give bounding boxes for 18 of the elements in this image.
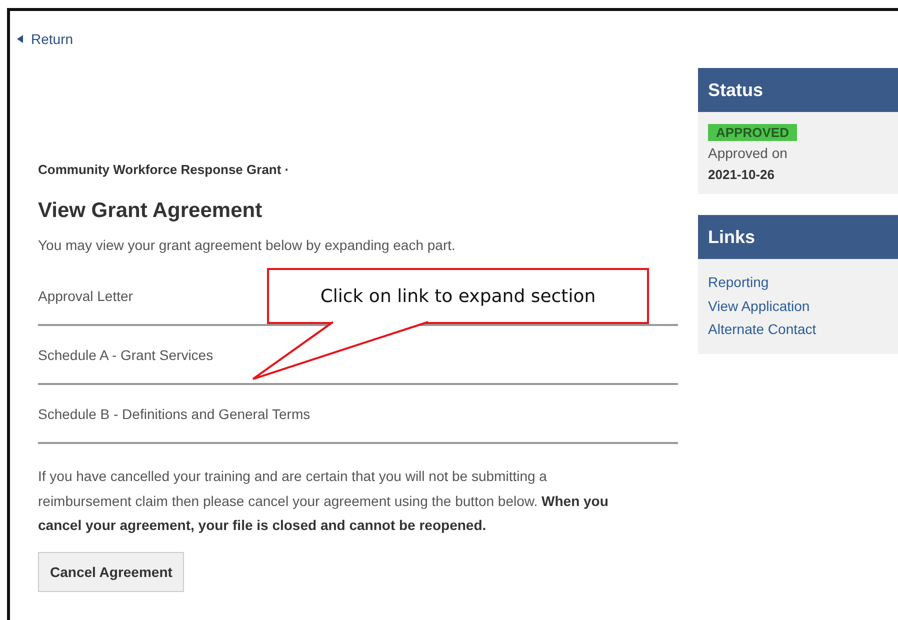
caret-icon [17,35,23,43]
page-title: View Grant Agreement [38,199,264,223]
cancel-button[interactable]: Cancel Agreement [38,552,184,592]
section-link[interactable]: Schedule A - Grant Services [38,346,214,362]
intro-text: You may view your grant agreement below by expanding each part. [38,237,456,253]
panel-header: Status [698,68,898,112]
section-link[interactable]: Approval Letter [38,288,133,304]
section-link[interactable]: Schedule B - Definitions and General Terms [38,406,310,422]
sidebar-link[interactable]: View Application [708,294,810,318]
program-name: Community Workforce Response Grant · [38,162,290,177]
sidebar-link[interactable]: Alternate Contact [708,318,816,342]
panel-header: Links [698,215,898,259]
status-label: Approved on [708,145,788,161]
status-date: 2021-10-26 [708,167,774,182]
status-badge: APPROVED [708,124,797,141]
sidebar-link[interactable]: Reporting [708,271,769,294]
notice-text: If you have cancelled your training and are certain that you will not be submitting a reimbursement claim then please cancel your agreement using the button below. When you cancel your agreement, your file is closed and cannot be reopened. [38,467,610,535]
return-link[interactable]: Return [17,31,74,47]
